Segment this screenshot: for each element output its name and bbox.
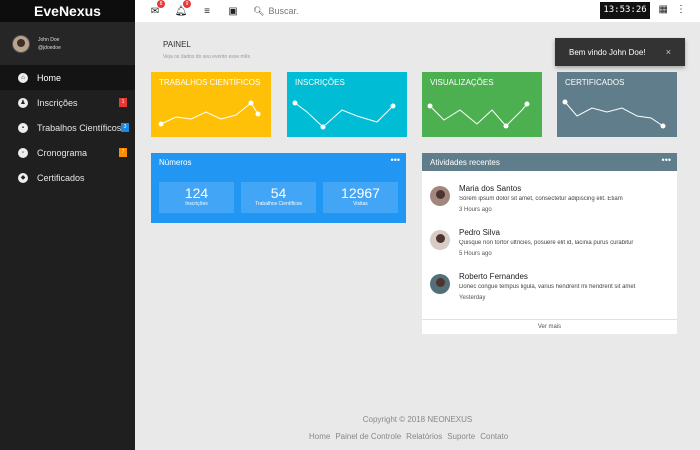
- sidebar-item-label: Cronograma: [37, 147, 88, 158]
- stat-value: 12967: [341, 185, 380, 201]
- panel-title: Números: [159, 158, 192, 167]
- activity-name: Roberto Fernandes: [459, 272, 528, 281]
- document-icon: ▪: [18, 122, 28, 133]
- sidebar-item-certificados[interactable]: ◆ Certificados: [0, 165, 135, 190]
- calendar-button[interactable]: ▣: [227, 5, 239, 17]
- ver-mais-link[interactable]: Ver mais: [422, 319, 677, 334]
- card-title: TRABALHOS CIENTÍFICOS: [159, 78, 261, 87]
- mail-button[interactable]: ✉ 8: [149, 0, 165, 17]
- list-button[interactable]: ≡: [201, 5, 213, 17]
- page-subtitle: Veja os dados do seu evento esse mês: [163, 54, 251, 60]
- panel-header: Atividades recentes •••: [422, 153, 677, 171]
- user-info: John Doe @jdoedoe: [38, 36, 61, 52]
- footer-link-contato[interactable]: Contato: [480, 432, 508, 441]
- close-icon[interactable]: ×: [666, 47, 671, 57]
- avatar: [430, 230, 450, 250]
- calendar-icon: ▫: [18, 147, 28, 158]
- stat-label: Visitas: [353, 201, 368, 207]
- card-title: CERTIFICADOS: [565, 78, 625, 87]
- toast-text: Bem vindo John Doe!: [569, 47, 646, 57]
- card-visualizacoes[interactable]: VISUALIZAÇÕES: [422, 72, 542, 137]
- sidebar-item-trabalhos[interactable]: ▪ Trabalhos Científicos 3: [0, 115, 135, 140]
- count-badge: 3: [121, 123, 129, 132]
- more-horiz-icon[interactable]: •••: [662, 155, 671, 165]
- panel-header: Números •••: [151, 153, 406, 171]
- sidebar-item-label: Trabalhos Científicos: [37, 122, 122, 133]
- notification-count-badge: 9: [183, 0, 191, 8]
- user-name: John Doe: [38, 36, 60, 43]
- stat-value: 124: [184, 185, 209, 201]
- activity-text: Donec congue tempus ligula, varius hendr…: [459, 284, 636, 290]
- panel-title: Atividades recentes: [430, 158, 500, 167]
- sidebar-item-label: Home: [37, 72, 62, 83]
- mail-count-badge: 8: [157, 0, 165, 8]
- count-badge: 7: [119, 148, 127, 157]
- calendar-icon: ▣: [228, 5, 238, 17]
- sidebar: EveNexus John Doe @jdoedoe ⌂ Home ♟ Insc…: [0, 0, 135, 450]
- stat-box-inscricoes: 124 Inscrições: [159, 182, 234, 213]
- footer-links: Home Painel de Controle Relatórios Supor…: [309, 432, 508, 441]
- footer-link-relatorios[interactable]: Relatórios: [406, 432, 442, 441]
- avatar: [12, 34, 30, 53]
- stat-label: Trabalhos Científicos: [255, 201, 302, 207]
- notifications-button[interactable]: 🔔︎ 9: [175, 0, 191, 17]
- sidebar-item-label: Certificados: [37, 172, 85, 183]
- list-icon: ≡: [204, 5, 210, 17]
- activity-text: Sorem ipsum dolor sit amet, consectetur …: [459, 196, 623, 202]
- activity-name: Maria dos Santos: [459, 184, 522, 193]
- stat-label: Inscrições: [185, 201, 208, 207]
- sidebar-item-label: Inscrições: [37, 97, 78, 108]
- apps-grid-icon[interactable]: ▦: [659, 4, 668, 15]
- numeros-panel: Números ••• 124 Inscrições 54 Trabalhos …: [151, 153, 406, 223]
- activity-time: Yesterday: [459, 295, 486, 301]
- brand-logo[interactable]: EveNexus: [0, 0, 135, 22]
- card-inscricoes[interactable]: INSCRIÇÕES: [287, 72, 407, 137]
- activity-time: 3 Hours ago: [459, 207, 492, 213]
- activity-name: Pedro Silva: [459, 228, 500, 237]
- group-icon: ♟: [18, 97, 28, 108]
- card-title: INSCRIÇÕES: [295, 78, 345, 87]
- card-title: VISUALIZAÇÕES: [430, 78, 494, 87]
- home-icon: ⌂: [18, 72, 28, 83]
- count-badge: 1: [119, 98, 127, 107]
- activity-time: 5 Hours ago: [459, 251, 492, 257]
- sidebar-item-cronograma[interactable]: ▫ Cronograma 7: [0, 140, 135, 165]
- avatar: [430, 186, 450, 206]
- page-title: PAINEL: [163, 40, 191, 49]
- search-input[interactable]: Buscar.: [268, 6, 298, 16]
- activity-item[interactable]: Maria dos Santos Sorem ipsum dolor sit a…: [430, 184, 670, 224]
- user-handle: @jdoedoe: [38, 44, 61, 51]
- sidebar-item-inscricoes[interactable]: ♟ Inscrições 1: [0, 90, 135, 115]
- activity-item[interactable]: Roberto Fernandes Donec congue tempus li…: [430, 272, 670, 312]
- clock: 13:53:26: [600, 2, 650, 19]
- search-box[interactable]: 🔍︎ Buscar.: [253, 6, 298, 17]
- avatar: [430, 274, 450, 294]
- stat-box-visitas: 12967 Visitas: [323, 182, 398, 213]
- card-trabalhos[interactable]: TRABALHOS CIENTÍFICOS: [151, 72, 271, 137]
- stat-box-trabalhos: 54 Trabalhos Científicos: [241, 182, 316, 213]
- card-certificados[interactable]: CERTIFICADOS: [557, 72, 677, 137]
- stat-value: 54: [270, 185, 287, 201]
- footer-link-suporte[interactable]: Suporte: [447, 432, 475, 441]
- more-horiz-icon[interactable]: •••: [391, 155, 400, 165]
- activity-item[interactable]: Pedro Silva Quisque non tortor ultricies…: [430, 228, 670, 268]
- shield-icon: ◆: [18, 172, 28, 183]
- footer-link-home[interactable]: Home: [309, 432, 330, 441]
- activity-text: Quisque non tortor ultricies, posuere el…: [459, 240, 634, 246]
- topbar: ✉ 8 🔔︎ 9 ≡ ▣ 🔍︎ Buscar. 13:53:26 ▦ ⋮: [135, 0, 700, 22]
- welcome-toast: Bem vindo John Doe! ×: [555, 38, 685, 66]
- copyright: Copyright © 2018 NEONEXUS: [362, 415, 473, 424]
- search-icon: 🔍︎: [253, 5, 265, 16]
- footer-link-painel[interactable]: Painel de Controle: [335, 432, 401, 441]
- more-vert-icon[interactable]: ⋮: [676, 4, 686, 15]
- atividades-panel: Atividades recentes ••• Maria dos Santos…: [422, 153, 677, 334]
- user-box[interactable]: John Doe @jdoedoe: [0, 22, 135, 65]
- sidebar-item-home[interactable]: ⌂ Home: [0, 65, 135, 90]
